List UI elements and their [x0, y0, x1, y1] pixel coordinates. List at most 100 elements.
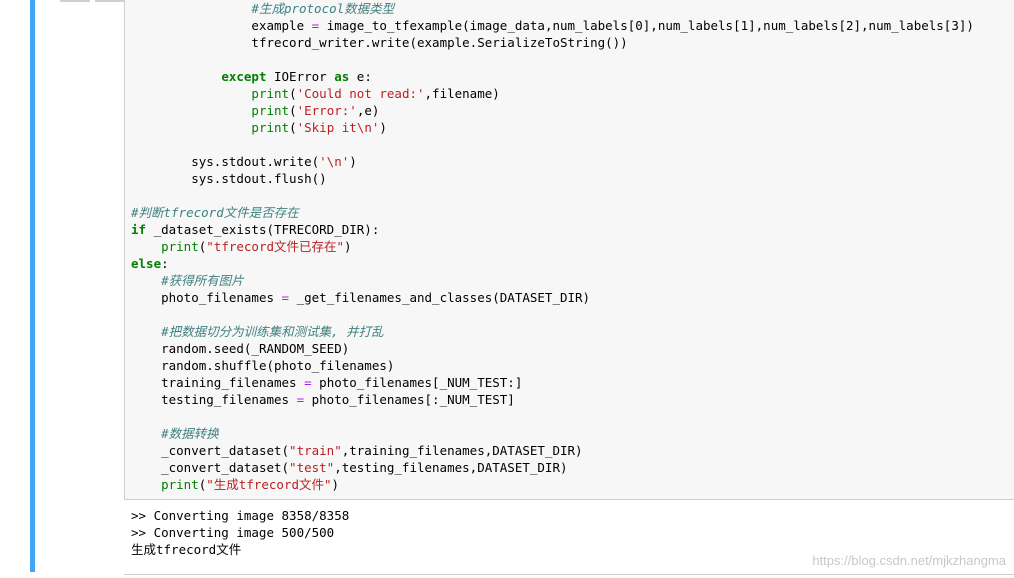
code-token: print: [161, 477, 199, 492]
code-token: #获得所有图片: [161, 273, 244, 288]
code-token: sys.stdout.write(: [191, 154, 320, 169]
code-editor[interactable]: #生成protocol数据类型 example = image_to_tfexa…: [131, 0, 974, 493]
code-token: "test": [289, 460, 335, 475]
selected-cell-indicator: [30, 0, 35, 572]
code-token: ,filename): [424, 86, 500, 101]
code-line: _convert_dataset("train",training_filena…: [131, 442, 974, 459]
code-token: (: [289, 103, 297, 118]
code-line: #生成protocol数据类型: [131, 0, 974, 17]
code-line: #判断tfrecord文件是否存在: [131, 204, 974, 221]
code-token: else: [131, 256, 162, 271]
code-line: example = image_to_tfexample(image_data,…: [131, 17, 973, 34]
code-token: (: [289, 86, 297, 101]
code-token: :: [161, 256, 169, 271]
code-token: photo_filenames[_NUM_TEST:]: [311, 375, 523, 390]
code-line: print("生成tfrecord文件"): [131, 476, 974, 493]
code-token: random.seed(_RANDOM_SEED): [161, 341, 350, 356]
next-cell-border: [124, 574, 1014, 575]
code-token: ): [379, 120, 387, 135]
code-token: ): [344, 239, 352, 254]
code-line: _convert_dataset("test",testing_filename…: [131, 459, 974, 476]
code-token: 'Error:': [296, 103, 357, 118]
code-line: if _dataset_exists(TFRECORD_DIR):: [131, 221, 974, 238]
watermark: https://blog.csdn.net/mjkzhangma: [812, 553, 1006, 568]
code-token: training_filenames: [161, 375, 305, 390]
code-line: random.seed(_RANDOM_SEED): [131, 340, 974, 357]
code-token: print: [251, 86, 290, 101]
code-token: "train": [289, 443, 342, 458]
code-line: #把数据切分为训练集和测试集, 并打乱: [131, 323, 974, 340]
code-line: training_filenames = photo_filenames[_NU…: [131, 374, 974, 391]
code-token: except: [221, 69, 267, 84]
code-token: _convert_dataset(: [161, 460, 290, 475]
code-token: ,training_filenames,DATASET_DIR): [341, 443, 583, 458]
output-line: >> Converting image 500/500: [131, 525, 335, 540]
code-token: 'Skip it\n': [296, 120, 380, 135]
code-token: photo_filenames[:_NUM_TEST]: [304, 392, 515, 407]
code-line: print('Could not read:',filename): [131, 85, 974, 102]
code-token: e:: [349, 69, 372, 84]
code-token: =: [296, 392, 305, 407]
code-token: (: [289, 120, 297, 135]
code-token: print: [251, 120, 290, 135]
code-token: #数据转换: [161, 426, 219, 441]
code-line: sys.stdout.write('\n'): [131, 153, 974, 170]
cell-output: >> Converting image 8358/8358 >> Converti…: [131, 507, 349, 558]
code-token: photo_filenames: [161, 290, 282, 305]
toolbar-fragment: [60, 0, 90, 2]
code-token: ): [331, 477, 340, 492]
code-line: #获得所有图片: [131, 272, 974, 289]
output-line: 生成tfrecord文件: [131, 542, 242, 557]
code-line: except IOError as e:: [131, 68, 974, 85]
code-token: ,testing_filenames,DATASET_DIR): [334, 460, 568, 475]
code-token: #判断tfrecord文件是否存在: [131, 205, 299, 220]
output-line: >> Converting image 8358/8358: [131, 508, 350, 523]
code-line: #数据转换: [131, 425, 974, 442]
code-token: testing_filenames: [161, 392, 297, 407]
code-token: print: [251, 103, 290, 118]
code-token: _dataset_exists(TFRECORD_DIR):: [146, 222, 380, 237]
code-token: "生成tfrecord文件": [206, 477, 332, 492]
code-line: testing_filenames = photo_filenames[:_NU…: [131, 391, 974, 408]
code-token: sys.stdout.flush(): [191, 171, 327, 186]
code-token: example: [251, 18, 312, 33]
code-token: random.shuffle(photo_filenames): [161, 358, 395, 373]
code-token: tfrecord_writer.write(example.SerializeT…: [251, 35, 628, 50]
code-token: IOError: [266, 69, 335, 84]
code-token: =: [281, 290, 290, 305]
code-token: as: [334, 69, 350, 84]
code-line: sys.stdout.flush(): [131, 170, 974, 187]
code-token: '\n': [319, 154, 350, 169]
code-token: _convert_dataset(: [161, 443, 290, 458]
code-token: =: [304, 375, 312, 390]
code-token: #把数据切分为训练集和测试集, 并打乱: [161, 324, 384, 339]
code-line: photo_filenames = _get_filenames_and_cla…: [131, 289, 974, 306]
code-token: print: [161, 239, 199, 254]
code-line: print('Error:',e): [131, 102, 974, 119]
